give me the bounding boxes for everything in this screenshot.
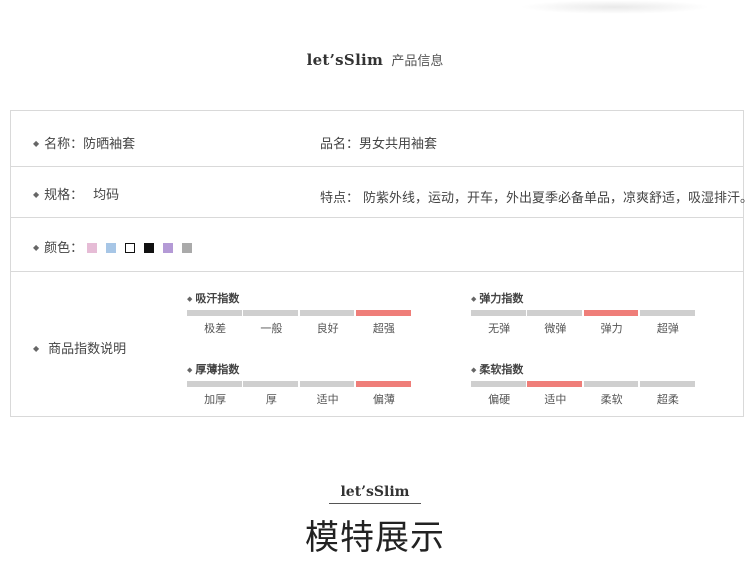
info-row-name: ◆ 名称：防晒袖套 品名：男女共用袖套 — [11, 111, 743, 167]
section-header: let’sSlim 产品信息 — [0, 50, 750, 69]
index-level-label: 加厚 — [204, 393, 227, 406]
index-segment — [583, 381, 639, 387]
index-level-label: 柔软 — [600, 393, 623, 406]
info-row-spec: ◆ 规格： 均码 特点： 防紫外线，运动，开车，外出夏季必备单品，凉爽舒适，吸湿排汗。 — [11, 167, 750, 218]
bullet-icon: ◆ — [33, 139, 40, 148]
index-segment-active — [583, 310, 639, 316]
index-title: 柔软指数 — [479, 363, 524, 376]
section-title: 产品信息 — [391, 54, 444, 69]
index-level-label: 适中 — [316, 393, 339, 406]
index-title: 吸汗指数 — [195, 292, 240, 305]
index-segment — [243, 381, 298, 387]
index-level-label: 适中 — [544, 393, 567, 406]
index-segment — [471, 310, 526, 316]
color-cell: ◆ 颜色： — [33, 237, 201, 257]
index-elastic: ◆ 弹力指数 无弹 微弹 弹力 超弹 — [471, 292, 696, 336]
color-swatch — [163, 243, 174, 253]
bullet-icon: ◆ — [471, 295, 477, 303]
spec-label: 规格： — [44, 188, 84, 203]
spec-value: 均码 — [93, 188, 120, 203]
index-level-label: 偏薄 — [372, 393, 395, 406]
bullet-icon: ◆ — [33, 344, 40, 353]
index-bar — [471, 381, 696, 387]
index-segment-active — [355, 310, 411, 316]
color-swatch — [106, 243, 117, 253]
index-segment-active — [355, 381, 411, 387]
index-segment — [187, 310, 242, 316]
bullet-icon: ◆ — [187, 366, 193, 374]
index-labels: 极差 一般 良好 超强 — [187, 320, 412, 336]
index-title: 弹力指数 — [479, 292, 524, 305]
index-bar — [471, 310, 696, 316]
index-softness: ◆ 柔软指数 偏硬 适中 柔软 超柔 — [471, 363, 696, 407]
index-level-label: 良好 — [316, 322, 339, 335]
index-level-label: 一般 — [260, 322, 283, 335]
index-level-label: 厚 — [265, 393, 277, 406]
info-row-color: ◆ 颜色： — [11, 218, 743, 272]
product-name-text: 品名：男女共用袖套 — [320, 137, 438, 152]
features-value: 防紫外线，运动，开车，外出夏季必备单品，凉爽舒适，吸湿排汗。 — [363, 191, 750, 206]
index-level-label: 超弹 — [656, 322, 679, 335]
color-swatch — [144, 243, 155, 253]
index-cell: ◆ 商品指数说明 — [33, 338, 126, 357]
index-level-label: 超柔 — [656, 393, 679, 406]
spec-cell: ◆ 规格： 均码 — [33, 184, 119, 203]
bullet-icon: ◆ — [187, 295, 193, 303]
top-decor — [520, 0, 710, 14]
index-labels: 偏硬 适中 柔软 超柔 — [471, 391, 696, 407]
index-segment — [639, 381, 695, 387]
index-label: 商品指数说明 — [48, 342, 127, 357]
name-cell: ◆ 名称：防晒袖套 — [33, 133, 135, 152]
index-level-label: 偏硬 — [488, 393, 511, 406]
index-segment — [639, 310, 695, 316]
index-title: 厚薄指数 — [195, 363, 240, 376]
index-level-label: 弹力 — [600, 322, 623, 335]
product-info-table: ◆ 名称：防晒袖套 品名：男女共用袖套 ◆ 规格： 均码 特点： 防紫外线，运动，开车，… — [10, 110, 750, 417]
features-cell: 特点： 防紫外线，运动，开车，外出夏季必备单品，凉爽舒适，吸湿排汗。 — [320, 187, 750, 206]
features-label: 特点： — [320, 191, 360, 206]
index-labels: 加厚 厚 适中 偏薄 — [187, 391, 412, 407]
index-bar — [187, 381, 412, 387]
color-label: 颜色： — [44, 241, 84, 256]
index-level-label: 无弹 — [488, 322, 511, 335]
index-level-label: 极差 — [204, 322, 227, 335]
index-labels: 无弹 微弹 弹力 超弹 — [471, 320, 696, 336]
index-segment — [527, 310, 582, 316]
index-level-label: 超强 — [372, 322, 395, 335]
index-level-label: 微弹 — [544, 322, 567, 335]
info-row-index: ◆ 商品指数说明 ◆ 吸汗指数 极差 一般 良好 超强 ◆ 弹力指数 无弹 微弹 弹力 超弹 ◆ 厚… — [11, 272, 743, 417]
index-segment — [299, 381, 355, 387]
name-text: 名称：防晒袖套 — [44, 137, 136, 152]
footer-brand-logo: let’sSlim — [329, 484, 421, 504]
index-sweat: ◆ 吸汗指数 极差 一般 良好 超强 — [187, 292, 412, 336]
color-swatch — [125, 243, 136, 253]
bullet-icon: ◆ — [33, 190, 40, 199]
color-swatches — [87, 242, 201, 257]
bullet-icon: ◆ — [471, 366, 477, 374]
footer-section-title: 模特展示 — [305, 518, 445, 558]
bullet-icon: ◆ — [33, 243, 40, 252]
index-segment-active — [527, 381, 582, 387]
index-thickness: ◆ 厚薄指数 加厚 厚 适中 偏薄 — [187, 363, 412, 407]
color-swatch — [182, 243, 193, 253]
index-segment — [471, 381, 526, 387]
index-segment — [187, 381, 242, 387]
index-segment — [243, 310, 298, 316]
index-segment — [299, 310, 355, 316]
color-swatch — [87, 243, 98, 253]
brand-logo: let’sSlim — [306, 51, 384, 69]
index-bar — [187, 310, 412, 316]
